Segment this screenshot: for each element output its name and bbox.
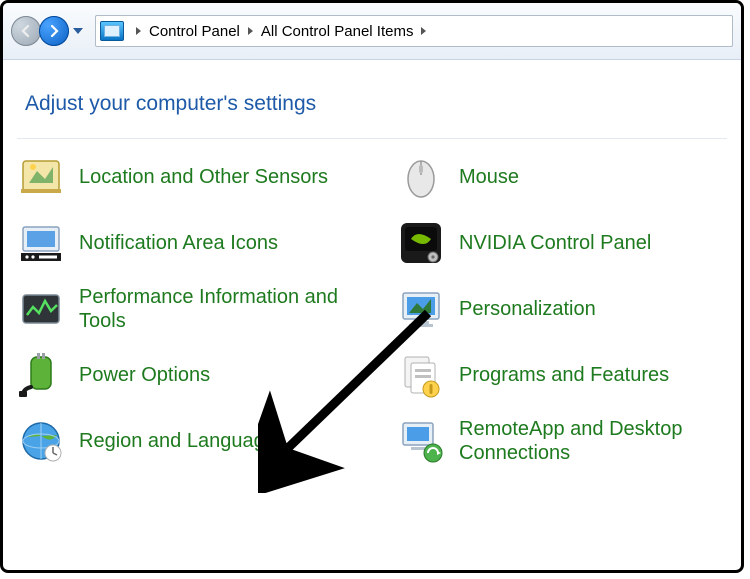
programs-features-icon bbox=[397, 351, 445, 399]
breadcrumb-segment[interactable]: Control Panel bbox=[149, 23, 240, 40]
item-label: RemoteApp and Desktop Connections bbox=[459, 417, 727, 465]
location-sensors-icon bbox=[17, 153, 65, 201]
control-panel-grid: Location and Other Sensors Mouse bbox=[17, 153, 727, 465]
nav-history-dropdown[interactable] bbox=[73, 28, 83, 34]
power-options-icon bbox=[17, 351, 65, 399]
item-label: Notification Area Icons bbox=[79, 231, 278, 255]
nav-history-buttons bbox=[11, 16, 89, 46]
item-nvidia-control-panel[interactable]: NVIDIA Control Panel bbox=[397, 219, 727, 267]
item-label: Personalization bbox=[459, 297, 596, 321]
item-label: Region and Language bbox=[79, 429, 276, 453]
region-language-icon bbox=[17, 417, 65, 465]
item-label: NVIDIA Control Panel bbox=[459, 231, 651, 255]
item-notification-area-icons[interactable]: Notification Area Icons bbox=[17, 219, 387, 267]
mouse-icon bbox=[397, 153, 445, 201]
page-title: Adjust your computer's settings bbox=[25, 92, 727, 116]
item-power-options[interactable]: Power Options bbox=[17, 351, 387, 399]
item-label: Performance Information and Tools bbox=[79, 285, 387, 333]
divider bbox=[17, 138, 727, 139]
notification-area-icon bbox=[17, 219, 65, 267]
chevron-right-icon bbox=[421, 27, 426, 35]
address-bar[interactable]: Control Panel All Control Panel Items bbox=[95, 15, 733, 47]
item-personalization[interactable]: Personalization bbox=[397, 285, 727, 333]
back-button[interactable] bbox=[11, 16, 41, 46]
item-label: Mouse bbox=[459, 165, 519, 189]
item-region-language[interactable]: Region and Language bbox=[17, 417, 387, 465]
content-area: Adjust your computer's settings Location… bbox=[3, 60, 741, 465]
item-mouse[interactable]: Mouse bbox=[397, 153, 727, 201]
chevron-right-icon bbox=[136, 27, 141, 35]
remoteapp-icon bbox=[397, 417, 445, 465]
item-location-sensors[interactable]: Location and Other Sensors bbox=[17, 153, 387, 201]
control-panel-icon bbox=[100, 21, 124, 41]
breadcrumb-segment[interactable]: All Control Panel Items bbox=[261, 23, 414, 40]
nvidia-icon bbox=[397, 219, 445, 267]
item-programs-features[interactable]: Programs and Features bbox=[397, 351, 727, 399]
item-label: Location and Other Sensors bbox=[79, 165, 328, 189]
item-label: Programs and Features bbox=[459, 363, 669, 387]
item-remoteapp-desktop[interactable]: RemoteApp and Desktop Connections bbox=[397, 417, 727, 465]
item-performance-info[interactable]: Performance Information and Tools bbox=[17, 285, 387, 333]
chevron-right-icon bbox=[248, 27, 253, 35]
item-label: Power Options bbox=[79, 363, 210, 387]
forward-button[interactable] bbox=[39, 16, 69, 46]
performance-icon bbox=[17, 285, 65, 333]
personalization-icon bbox=[397, 285, 445, 333]
navigation-bar: Control Panel All Control Panel Items bbox=[3, 3, 741, 60]
